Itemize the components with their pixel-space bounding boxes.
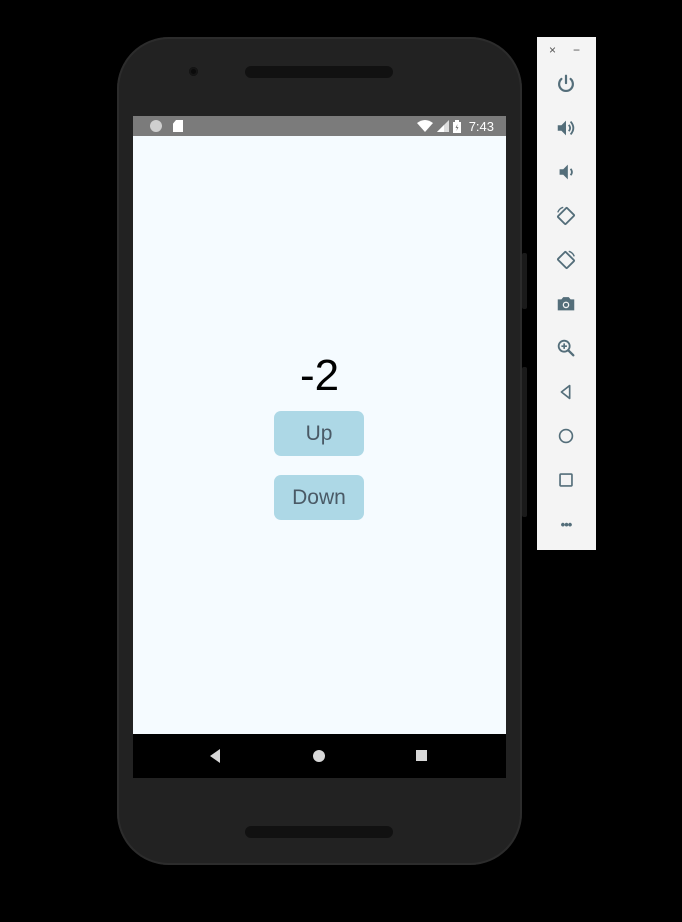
volume-up-icon[interactable] [554,116,578,140]
signal-icon [436,120,449,132]
app-content: -2 Up Down [133,136,506,734]
overview-icon[interactable] [554,468,578,492]
volume-down-icon[interactable] [554,160,578,184]
minimize-button[interactable]: − [573,43,580,57]
wifi-icon [416,120,433,132]
toolbar-window-controls: × − [537,43,596,57]
more-icon[interactable]: ••• [554,512,578,536]
nav-home-icon[interactable] [313,750,325,762]
zoom-icon[interactable] [554,336,578,360]
close-button[interactable]: × [549,43,556,57]
home-icon[interactable] [554,424,578,448]
sd-card-icon [173,120,183,132]
notification-dot-icon [150,120,162,132]
bottom-speaker [245,826,393,838]
rotate-right-icon[interactable] [554,248,578,272]
down-button[interactable]: Down [274,475,364,520]
nav-back-icon[interactable] [210,749,220,763]
camera-icon[interactable] [554,292,578,316]
counter-value: -2 [299,351,340,400]
emulator-toolbar: × − ••• [537,37,596,550]
battery-icon [452,119,461,133]
volume-side-button [522,367,527,517]
front-camera [189,67,198,76]
device-screen: 7:43 -2 Up Down [133,116,506,778]
clock: 7:43 [468,118,494,134]
navigation-bar [133,734,506,778]
power-side-button [522,253,527,309]
status-bar: 7:43 [133,116,506,136]
nav-recents-icon[interactable] [416,750,427,761]
phone-frame: 7:43 -2 Up Down [117,37,527,865]
rotate-left-icon[interactable] [554,204,578,228]
up-button[interactable]: Up [274,411,364,456]
back-icon[interactable] [554,380,578,404]
top-speaker [245,66,393,78]
status-icons: 7:43 [416,116,494,136]
power-icon[interactable] [554,72,578,96]
